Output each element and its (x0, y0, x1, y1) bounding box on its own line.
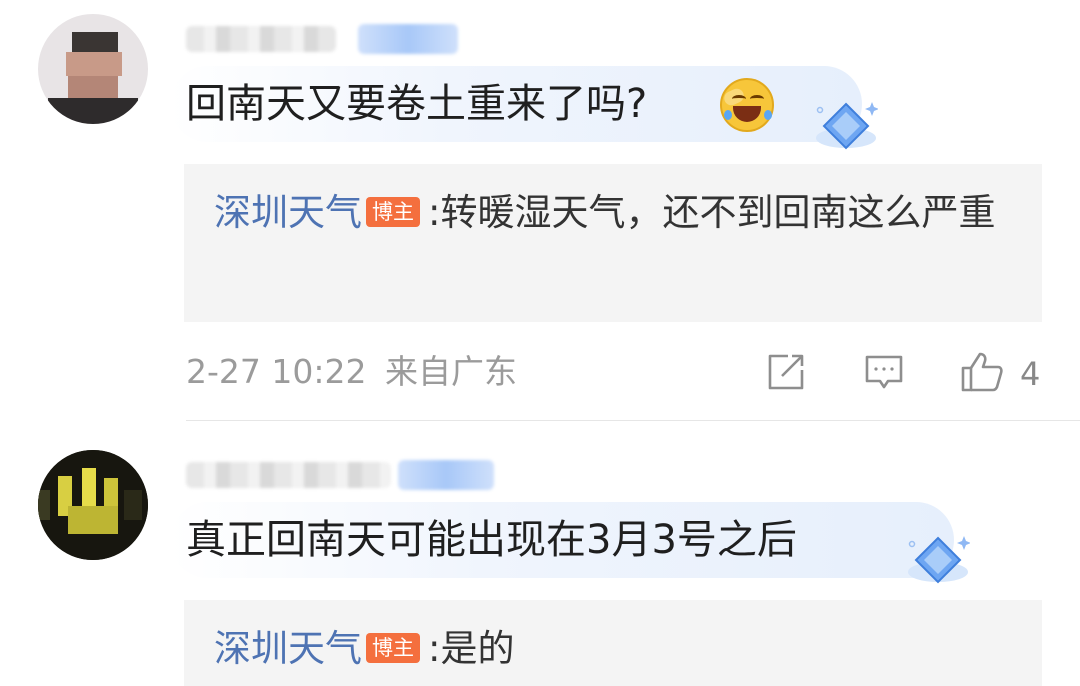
reply-author-link[interactable]: 深圳天气 (214, 191, 362, 234)
username-blurred[interactable] (186, 26, 336, 52)
blue-diamond-badge-icon (816, 102, 878, 150)
avatar-pixel (66, 52, 122, 76)
blue-diamond-badge-icon (908, 536, 970, 584)
comment-divider (186, 420, 1080, 421)
comment-text: 回南天又要卷土重来了吗? (186, 81, 648, 127)
reply-author-link[interactable]: 深圳天气 (214, 627, 362, 670)
avatar-image (38, 450, 148, 560)
blogger-tag: 博主 (366, 633, 420, 663)
emoji-mouth (733, 106, 761, 122)
reply-text: 是的 (440, 627, 515, 670)
share-icon[interactable] (766, 352, 806, 392)
reply-separator: : (428, 627, 441, 670)
avatar-pixel (48, 98, 138, 124)
username-blurred[interactable] (186, 462, 391, 488)
comment-time: 2-27 10:22 (186, 352, 367, 391)
emoji-eye (732, 95, 746, 103)
like-count: 4 (1020, 355, 1041, 393)
comment-meta: 2-27 10:22 来自广东 (186, 352, 517, 392)
reply-text: 转暖湿天气，还不到回南这么严重 (440, 191, 996, 234)
reply-separator: : (428, 191, 441, 234)
avatar[interactable] (38, 450, 148, 560)
avatar-pixel (72, 32, 118, 52)
laugh-cry-emoji-icon (720, 78, 774, 132)
comment-text: 真正回南天可能出现在3月3号之后 (186, 517, 797, 563)
emoji-tear (724, 110, 732, 120)
vip-badge-blurred (398, 460, 494, 490)
blogger-reply[interactable]: 深圳天气 博主:是的 (184, 600, 1042, 686)
thumbs-up-icon[interactable] (960, 350, 1004, 394)
reply-body: 深圳天气 博主:是的 (214, 620, 1012, 678)
comment-item: 真正回南天可能出现在3月3号之后 深圳天气 博主:是的 (0, 436, 1080, 686)
reply-body: 深圳天气 博主:转暖湿天气，还不到回南这么严重 (214, 184, 1012, 242)
emoji-eye (750, 95, 764, 103)
avatar-pixel (68, 76, 118, 98)
comment-location: 来自广东 (385, 352, 517, 391)
vip-badge-blurred (358, 24, 458, 54)
comment-icon[interactable] (864, 352, 904, 392)
blogger-reply[interactable]: 深圳天气 博主:转暖湿天气，还不到回南这么严重 (184, 164, 1042, 322)
comment-item: 回南天又要卷土重来了吗? 深圳天气 博主:转暖湿天气，还不到回南这么严重 2-27… (0, 0, 1080, 420)
avatar[interactable] (38, 14, 148, 124)
blogger-tag: 博主 (366, 197, 420, 227)
emoji-tear (764, 110, 772, 120)
